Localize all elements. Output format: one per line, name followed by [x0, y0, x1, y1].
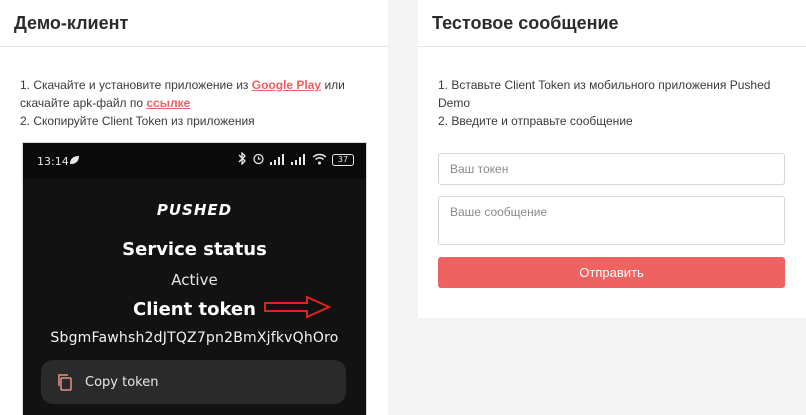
demo-client-panel: Демо-клиент 1. Скачайте и установите при…: [0, 0, 388, 415]
copy-icon: [55, 372, 75, 392]
step1-prefix-text: 1. Скачайте и установите приложение из: [20, 78, 252, 92]
status-icons: 37: [237, 151, 354, 168]
token-input[interactable]: [438, 153, 785, 185]
service-status-value: Active: [171, 271, 218, 289]
right-step2-text: 2. Введите и отправьте сообщение: [438, 114, 633, 128]
arrow-right-icon: [263, 295, 333, 324]
status-time: 13:14: [37, 155, 69, 168]
battery-icon: 37: [332, 154, 354, 166]
signal-icon: [270, 153, 286, 168]
step2-text: 2. Скопируйте Client Token из приложения: [20, 114, 255, 128]
right-step1-text: 1. Вставьте Client Token из мобильного п…: [438, 78, 771, 110]
message-input[interactable]: [438, 196, 785, 245]
apk-download-link[interactable]: ссылке: [146, 96, 190, 110]
google-play-link[interactable]: Google Play: [252, 78, 321, 92]
demo-client-header: Демо-клиент: [0, 0, 388, 47]
copy-token-label: Copy token: [85, 374, 159, 390]
pushed-logo: PUSHED: [156, 201, 233, 219]
service-status-label: Service status: [122, 239, 267, 260]
leaf-icon: [68, 154, 80, 169]
test-message-panel: Тестовое сообщение 1. Вставьте Client To…: [418, 0, 806, 318]
phone-screenshot: 13:14 37 PUSHED Service status Active Cl…: [22, 142, 367, 415]
test-message-header: Тестовое сообщение: [418, 0, 806, 47]
client-token-value: SbgmFawhsh2dJTQZ7pn2BmXjfkvQhOro: [50, 330, 339, 346]
test-message-instructions: 1. Вставьте Client Token из мобильного п…: [438, 76, 788, 130]
send-button[interactable]: Отправить: [438, 257, 785, 288]
wifi-icon: [312, 153, 327, 168]
alarm-icon: [252, 152, 265, 168]
phone-status-bar: 13:14 37: [23, 143, 366, 179]
demo-client-title: Демо-клиент: [14, 12, 129, 33]
test-message-title: Тестовое сообщение: [432, 12, 619, 33]
demo-client-instructions: 1. Скачайте и установите приложение из G…: [20, 76, 380, 130]
copy-token-button[interactable]: Copy token: [41, 360, 346, 404]
bluetooth-icon: [237, 151, 247, 168]
signal-icon-2: [291, 153, 307, 168]
